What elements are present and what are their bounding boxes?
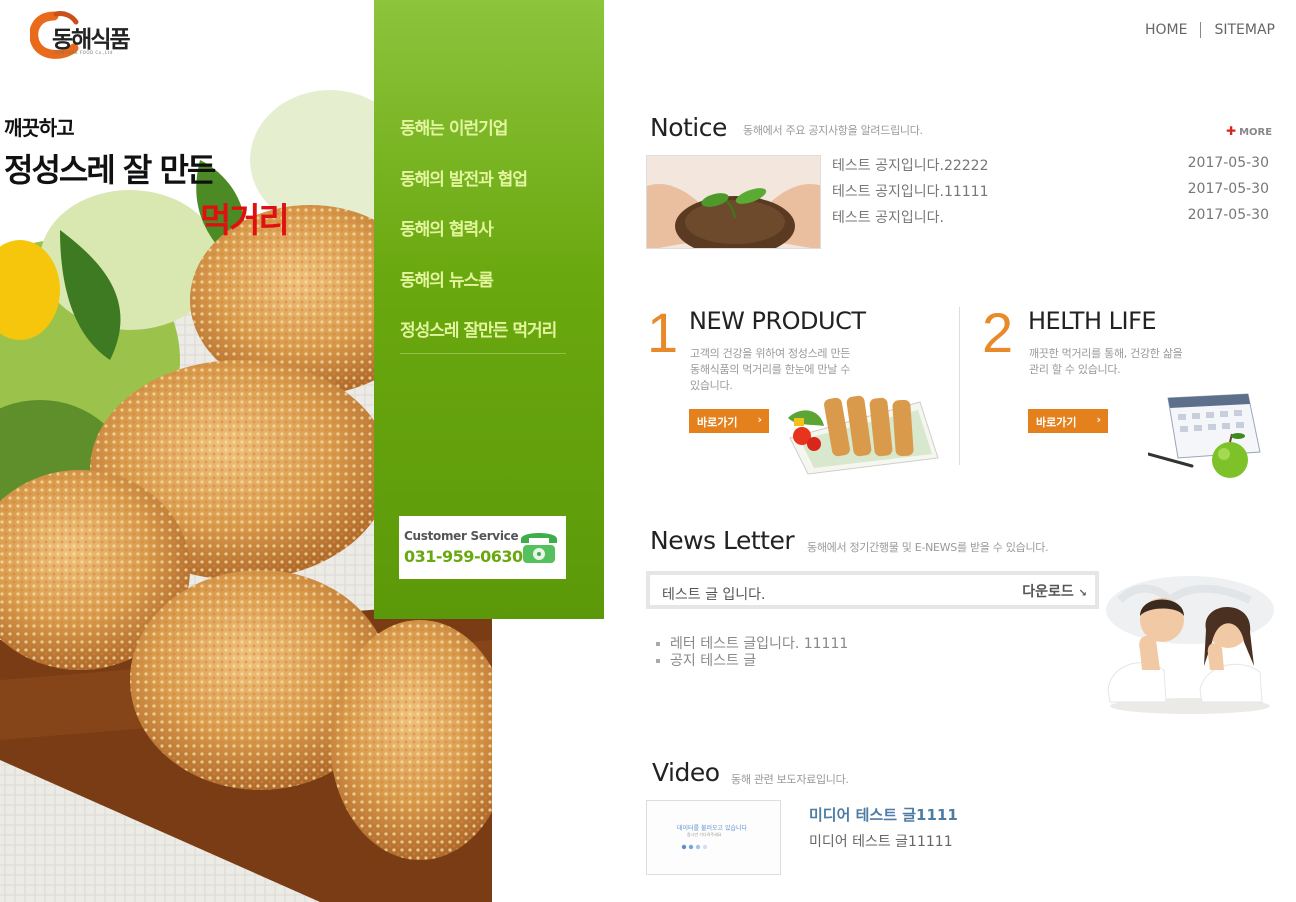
notice-item-title[interactable]: 테스트 공지입니다. — [832, 207, 944, 227]
hero-line-2: 정성스레 잘 만든 — [4, 151, 216, 189]
video-loading-subtext: 잠시만 기다려주세요 — [687, 832, 722, 837]
newsletter-featured-title[interactable]: 테스트 글 입니다. — [662, 584, 766, 604]
product-description-line: 관리 할 수 있습니다. — [1029, 363, 1121, 376]
notice-item-date: 2017-05-30 — [1187, 207, 1269, 223]
video-item-description: 미디어 테스트 글11111 — [809, 834, 953, 850]
plus-icon: ✚ — [1226, 124, 1237, 138]
hero-line-3: 먹거리 — [200, 201, 290, 241]
notice-item-date: 2017-05-30 — [1187, 181, 1269, 197]
notice-item-date: 2017-05-30 — [1187, 155, 1269, 171]
more-label: MORE — [1239, 127, 1273, 138]
product-description-line: 깨끗한 먹거리를 통해, 건강한 삶을 — [1029, 347, 1183, 360]
nav-item-newsroom[interactable]: 동해의 뉴스룸 — [400, 266, 494, 291]
newsletter-title: News Letter — [650, 526, 795, 555]
newsletter-list: 레터 테스트 글입니다. 11111 공지 테스트 글 — [656, 636, 848, 670]
nav-item-partners[interactable]: 동해의 협력사 — [400, 215, 494, 240]
product-title: HELTH LIFE — [1028, 307, 1157, 335]
chevron-right-icon: › — [757, 413, 762, 426]
food-plate-image — [788, 395, 939, 475]
hero-line-1: 깨끗하고 — [4, 116, 75, 140]
newsletter-list-item[interactable]: 공지 테스트 글 — [656, 653, 848, 670]
product-description-line: 고객의 건강을 위하여 정성스레 만든 — [690, 347, 851, 360]
customer-service-box[interactable]: Customer Service 031-959-0630 — [399, 516, 566, 579]
video-thumbnail[interactable]: 데이터를 불러오고 있습니다 잠시만 기다려주세요 — [646, 800, 781, 875]
newsletter-list-item[interactable]: 레터 테스트 글입니다. 11111 — [656, 636, 848, 653]
notice-title: Notice — [650, 113, 727, 142]
product-number: 2 — [982, 301, 1014, 364]
product-description-line: 동해식품의 먹거리를 한눈에 만날 수 — [690, 363, 851, 376]
notice-image — [646, 155, 821, 249]
video-item-title[interactable]: 미디어 테스트 글1111 — [809, 804, 958, 825]
telephone-icon — [521, 533, 557, 563]
go-button-label: 바로가기 — [697, 416, 738, 429]
video-title: Video — [652, 758, 720, 787]
product-description: 깨끗한 먹거리를 통해, 건강한 삶을 관리 할 수 있습니다. — [1029, 346, 1183, 378]
download-label: 다운로드 — [1022, 584, 1074, 600]
product-title: NEW PRODUCT — [689, 307, 866, 335]
download-button[interactable]: 다운로드 ↘ — [1022, 581, 1087, 601]
product-number: 1 — [647, 301, 679, 364]
logo-subtitle: DONGHAE FOOD Co.,Ltd — [54, 50, 113, 55]
calendar-apple-image — [1148, 393, 1261, 478]
notice-row: 테스트 공지입니다.22222 2017-05-30 — [832, 155, 1269, 175]
notice-item-title[interactable]: 테스트 공지입니다.22222 — [832, 155, 988, 175]
notice-item-title[interactable]: 테스트 공지입니다.11111 — [832, 181, 988, 201]
download-arrow-icon: ↘ — [1078, 588, 1087, 599]
home-link[interactable]: HOME — [1145, 22, 1187, 38]
loading-dots-icon — [681, 844, 708, 850]
top-links: HOME SITEMAP — [1145, 22, 1275, 38]
children-image — [1106, 576, 1274, 714]
top-link-separator — [1200, 22, 1202, 38]
nav-item-food[interactable]: 정성스레 잘만든 먹거리 — [400, 316, 557, 341]
nav-item-growth[interactable]: 동해의 발전과 협업 — [400, 165, 528, 190]
notice-subtitle: 동해에서 주요 공지사항을 알려드립니다. — [743, 124, 923, 137]
go-button-label: 바로가기 — [1036, 416, 1077, 429]
product-description: 고객의 건강을 위하여 정성스레 만든 동해식품의 먹거리를 한눈에 만날 수 … — [690, 346, 850, 394]
notice-row: 테스트 공지입니다.11111 2017-05-30 — [832, 181, 1269, 201]
site-logo[interactable]: 동해식품 DONGHAE FOOD Co.,Ltd — [30, 8, 160, 62]
newsletter-featured: 테스트 글 입니다. 다운로드 ↘ — [646, 571, 1099, 609]
nav-divider — [400, 353, 566, 354]
logo-name: 동해식품 — [52, 27, 131, 53]
video-subtitle: 동해 관련 보도자료입니다. — [731, 773, 849, 786]
customer-service-title: Customer Service — [404, 529, 519, 543]
helth-life-go-button[interactable]: 바로가기 › — [1028, 409, 1108, 433]
video-loading-text: 데이터를 불러오고 있습니다 — [677, 825, 748, 832]
notice-more-link[interactable]: ✚ MORE — [1226, 124, 1272, 138]
nav-item-company[interactable]: 동해는 이런기업 — [400, 114, 508, 139]
new-product-go-button[interactable]: 바로가기 › — [689, 409, 769, 433]
hero-copy: 깨끗하고 정성스레 잘 만든 먹거리 — [4, 112, 290, 242]
customer-service-phone: 031-959-0630 — [404, 547, 523, 566]
product-divider — [959, 307, 960, 465]
main-nav: 동해는 이런기업 동해의 발전과 협업 동해의 협력사 동해의 뉴스룸 정성스레… — [374, 0, 604, 619]
sitemap-link[interactable]: SITEMAP — [1214, 22, 1275, 38]
notice-row: 테스트 공지입니다. 2017-05-30 — [832, 207, 1269, 227]
chevron-right-icon: › — [1096, 413, 1101, 426]
newsletter-subtitle: 동해에서 정기간행물 및 E-NEWS를 받을 수 있습니다. — [807, 541, 1049, 554]
